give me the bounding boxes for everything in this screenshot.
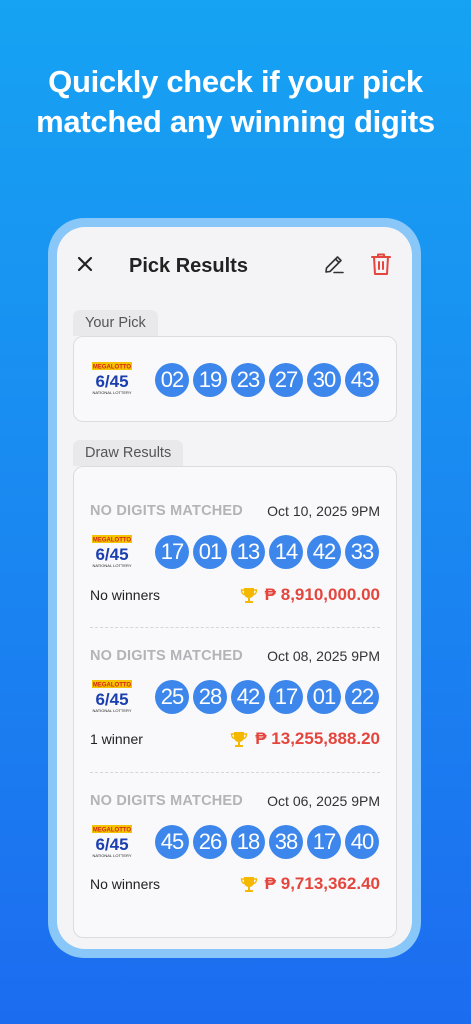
draw-ball: 17 (269, 680, 303, 714)
draw-ball: 25 (155, 680, 189, 714)
headline-line-1: Quickly check if your pick (48, 64, 423, 99)
your-pick-card: MEGALOTTO 6/45 NATIONAL LOTTERY 02 19 23… (73, 336, 397, 422)
megalotto-logo-icon: MEGALOTTO 6/45 NATIONAL LOTTERY (92, 535, 132, 568)
draw-ball: 40 (345, 825, 379, 859)
pick-ball: 43 (345, 363, 379, 397)
svg-text:6/45: 6/45 (95, 690, 128, 709)
draw-results-label: Draw Results (73, 440, 184, 466)
draw-ball: 33 (345, 535, 379, 569)
svg-text:6/45: 6/45 (95, 372, 128, 391)
page-title: Pick Results (129, 255, 248, 277)
draw-results-card: NO DIGITS MATCHED Oct 10, 2025 9PM MEGAL… (73, 466, 397, 938)
trophy-icon (240, 877, 257, 892)
megalotto-logo-icon: MEGALOTTO 6/45 NATIONAL LOTTERY (92, 362, 132, 395)
draw-ball: 26 (193, 825, 227, 859)
prize-amount: ₱ 13,255,888.20 (255, 729, 380, 748)
draw-ball: 01 (193, 535, 227, 569)
result-divider (90, 772, 380, 773)
svg-text:MEGALOTTO: MEGALOTTO (93, 683, 132, 689)
svg-text:NATIONAL LOTTERY: NATIONAL LOTTERY (92, 563, 131, 568)
draw-ball: 18 (231, 825, 265, 859)
jackpot-prize: ₱ 13,255,888.20 (230, 729, 380, 749)
prize-amount: ₱ 9,713,362.40 (264, 874, 380, 893)
winners-count: No winners (90, 876, 161, 892)
draw-numbers: 17 01 13 14 42 33 (155, 535, 379, 569)
draw-ball: 17 (155, 535, 189, 569)
headline: Quickly check if your pick matched any w… (0, 62, 471, 142)
draw-numbers: 45 26 18 38 17 40 (155, 825, 379, 859)
draw-date: Oct 10, 2025 9PM (267, 503, 380, 519)
pick-ball: 19 (193, 363, 227, 397)
pick-ball: 23 (231, 363, 265, 397)
svg-text:MEGALOTTO: MEGALOTTO (93, 538, 132, 544)
draw-ball: 13 (231, 535, 265, 569)
jackpot-prize: ₱ 9,713,362.40 (240, 874, 380, 894)
jackpot-prize: ₱ 8,910,000.00 (240, 585, 380, 605)
trophy-icon (231, 732, 248, 747)
megalotto-logo-icon: MEGALOTTO 6/45 NATIONAL LOTTERY (92, 825, 132, 858)
winners-count: No winners (90, 587, 161, 603)
draw-ball: 22 (345, 680, 379, 714)
match-status: NO DIGITS MATCHED (90, 793, 243, 809)
draw-date: Oct 06, 2025 9PM (267, 793, 380, 809)
draw-ball: 42 (307, 535, 341, 569)
draw-ball: 01 (307, 680, 341, 714)
winners-count: 1 winner (90, 731, 143, 747)
svg-text:NATIONAL LOTTERY: NATIONAL LOTTERY (92, 853, 131, 858)
prize-amount: ₱ 8,910,000.00 (264, 585, 380, 604)
headline-line-2: matched any winning digits (36, 104, 435, 139)
svg-text:NATIONAL LOTTERY: NATIONAL LOTTERY (92, 390, 131, 395)
draw-ball: 28 (193, 680, 227, 714)
svg-text:6/45: 6/45 (95, 835, 128, 854)
pick-ball: 02 (155, 363, 189, 397)
your-pick-numbers: 02 19 23 27 30 43 (155, 363, 379, 397)
svg-text:MEGALOTTO: MEGALOTTO (93, 828, 132, 834)
trash-icon[interactable] (370, 252, 392, 276)
svg-text:6/45: 6/45 (95, 545, 128, 564)
draw-ball: 42 (231, 680, 265, 714)
draw-ball: 38 (269, 825, 303, 859)
draw-ball: 17 (307, 825, 341, 859)
app-bar: Pick Results (57, 227, 412, 303)
pick-ball: 27 (269, 363, 303, 397)
match-status: NO DIGITS MATCHED (90, 503, 243, 519)
phone-frame: Pick Results Your Pick MEGALOTTO 6/45 NA… (48, 218, 421, 958)
app-screen: Pick Results Your Pick MEGALOTTO 6/45 NA… (57, 227, 412, 949)
edit-icon[interactable] (323, 253, 345, 275)
pick-ball: 30 (307, 363, 341, 397)
your-pick-label: Your Pick (73, 310, 158, 336)
svg-text:NATIONAL LOTTERY: NATIONAL LOTTERY (92, 708, 131, 713)
result-divider (90, 627, 380, 628)
close-icon[interactable] (74, 253, 96, 275)
trophy-icon (240, 588, 257, 603)
match-status: NO DIGITS MATCHED (90, 648, 243, 664)
svg-text:MEGALOTTO: MEGALOTTO (93, 365, 132, 371)
megalotto-logo-icon: MEGALOTTO 6/45 NATIONAL LOTTERY (92, 680, 132, 713)
draw-date: Oct 08, 2025 9PM (267, 648, 380, 664)
draw-ball: 45 (155, 825, 189, 859)
draw-ball: 14 (269, 535, 303, 569)
draw-numbers: 25 28 42 17 01 22 (155, 680, 379, 714)
